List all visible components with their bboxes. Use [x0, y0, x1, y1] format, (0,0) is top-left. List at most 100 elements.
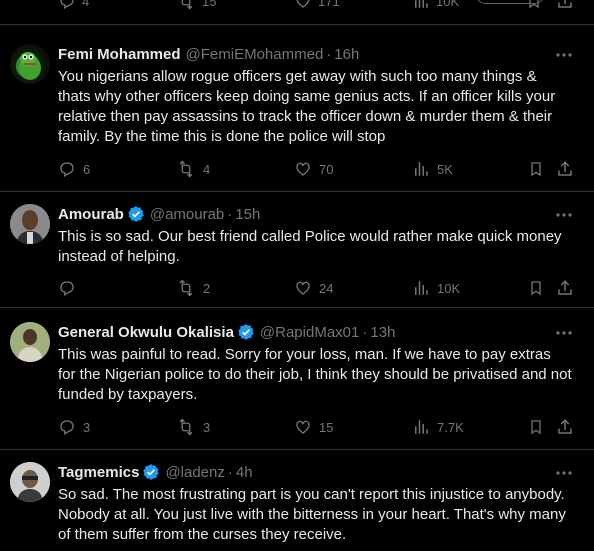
reply-count: 3 — [83, 419, 91, 435]
like-count: 15 — [319, 419, 334, 435]
view-count: 5K — [437, 161, 453, 177]
avatar[interactable] — [10, 462, 50, 502]
like-button[interactable]: 70 — [294, 159, 333, 179]
timestamp[interactable]: 4h — [236, 464, 253, 481]
verified-badge-icon — [237, 323, 255, 341]
timestamp[interactable]: 15h — [235, 206, 260, 223]
display-name[interactable]: Femi Mohammed — [58, 46, 181, 63]
retweet-button[interactable]: 3 — [176, 417, 210, 437]
bookmark-button[interactable] — [528, 417, 544, 437]
views-icon — [415, 420, 428, 434]
views-icon — [415, 281, 428, 295]
previous-tweet-actions: 4 15 171 10K — [0, 0, 594, 25]
bookmark-icon — [531, 420, 541, 435]
avatar[interactable] — [10, 322, 50, 362]
avatar[interactable] — [10, 204, 50, 244]
tweet-text: You nigerians allow rogue officers get a… — [58, 68, 556, 145]
user-handle[interactable]: @amourab — [150, 206, 224, 223]
reply-button[interactable]: 3 — [58, 417, 90, 437]
retweet-button[interactable]: 15 — [176, 0, 216, 18]
bookmark-icon — [531, 162, 541, 177]
retweet-icon — [179, 418, 193, 436]
views-button[interactable]: 10K — [412, 0, 459, 18]
heart-icon — [296, 0, 310, 8]
user-handle[interactable]: @FemiEMohammed — [186, 46, 324, 63]
share-button[interactable] — [556, 417, 574, 437]
user-handle[interactable]: @ladenz — [165, 464, 224, 481]
tweet-femi-mohammed[interactable]: Femi Mohammed @FemiEMohammed · 16h You n… — [0, 25, 594, 192]
avatar-image — [10, 204, 50, 244]
like-button[interactable]: 171 — [294, 0, 340, 18]
retweet-count: 3 — [203, 419, 211, 435]
reply-icon — [60, 420, 74, 435]
reply-button[interactable] — [58, 278, 83, 298]
user-handle[interactable]: @RapidMax01 — [260, 324, 359, 341]
avatar[interactable] — [10, 44, 50, 84]
tweet-amourab[interactable]: Amourab @amourab · 15h This is so sad. O… — [0, 192, 594, 308]
tweet-general-okwulu-okalisia[interactable]: General Okwulu Okalisia @RapidMax01 · 13… — [0, 308, 594, 450]
tweet-header: General Okwulu Okalisia @RapidMax01 · 13… — [58, 322, 554, 342]
more-options-button[interactable] — [554, 323, 574, 343]
more-options-button[interactable] — [554, 45, 574, 65]
retweet-count: 2 — [203, 280, 211, 296]
more-icon — [556, 331, 572, 335]
reply-button[interactable]: 6 — [58, 159, 90, 179]
reply-count: 4 — [82, 0, 90, 9]
heart-icon — [296, 420, 310, 434]
tweet-actions: 3 3 15 7.7K — [58, 417, 576, 437]
like-count: 24 — [319, 280, 334, 296]
share-icon — [558, 419, 572, 434]
timestamp[interactable]: 16h — [334, 46, 359, 63]
avatar-image — [10, 322, 50, 362]
share-icon — [558, 280, 572, 295]
more-icon — [556, 53, 572, 57]
views-icon — [415, 162, 428, 176]
share-button[interactable] — [556, 159, 574, 179]
view-count: 10K — [437, 280, 461, 296]
share-icon — [558, 0, 572, 8]
share-button[interactable] — [556, 278, 574, 298]
tweet-header: Femi Mohammed @FemiEMohammed · 16h — [58, 44, 554, 64]
tweet-text: This is so sad. Our best friend called P… — [58, 228, 562, 265]
views-button[interactable]: 7.7K — [412, 417, 464, 437]
like-button[interactable]: 24 — [294, 278, 333, 298]
display-name[interactable]: General Okwulu Okalisia — [58, 324, 234, 341]
view-count: 10K — [436, 0, 460, 9]
separator-dot: · — [227, 205, 233, 223]
share-button[interactable] — [556, 0, 574, 18]
more-options-button[interactable] — [554, 205, 574, 225]
display-name[interactable]: Tagmemics — [58, 464, 139, 481]
tweet-header: Amourab @amourab · 15h — [58, 204, 554, 224]
timestamp[interactable]: 13h — [370, 324, 395, 341]
like-button[interactable]: 15 — [294, 417, 333, 437]
retweet-count: 4 — [203, 161, 211, 177]
bookmark-button[interactable] — [528, 278, 544, 298]
view-count: 7.7K — [437, 419, 464, 435]
tweet-actions: 6 4 70 5K — [58, 159, 576, 179]
views-button[interactable]: 5K — [412, 159, 453, 179]
reply-icon — [60, 162, 74, 177]
retweet-count: 15 — [202, 0, 217, 9]
tweet-text: So sad. The most frustrating part is you… — [58, 486, 566, 543]
avatar-image — [19, 52, 41, 80]
tweet-header: Tagmemics @ladenz · 4h — [58, 462, 554, 482]
verified-badge-icon — [142, 463, 160, 481]
retweet-button[interactable]: 2 — [176, 278, 210, 298]
bookmark-button[interactable] — [526, 0, 542, 18]
views-button[interactable]: 10K — [412, 278, 460, 298]
tweet-tagmemics[interactable]: Tagmemics @ladenz · 4h So sad. The most … — [0, 450, 594, 551]
like-count: 171 — [318, 0, 340, 9]
display-name[interactable]: Amourab — [58, 206, 124, 223]
heart-icon — [296, 281, 310, 295]
verified-badge-icon — [127, 205, 145, 223]
separator-dot: · — [362, 323, 368, 341]
more-options-button[interactable] — [554, 463, 574, 483]
share-icon — [558, 161, 572, 176]
reply-button[interactable]: 4 — [58, 0, 89, 18]
retweet-icon — [181, 0, 193, 10]
reply-icon — [60, 281, 74, 296]
bookmark-button[interactable] — [528, 159, 544, 179]
retweet-icon — [179, 160, 193, 178]
more-icon — [556, 471, 572, 475]
retweet-button[interactable]: 4 — [176, 159, 210, 179]
